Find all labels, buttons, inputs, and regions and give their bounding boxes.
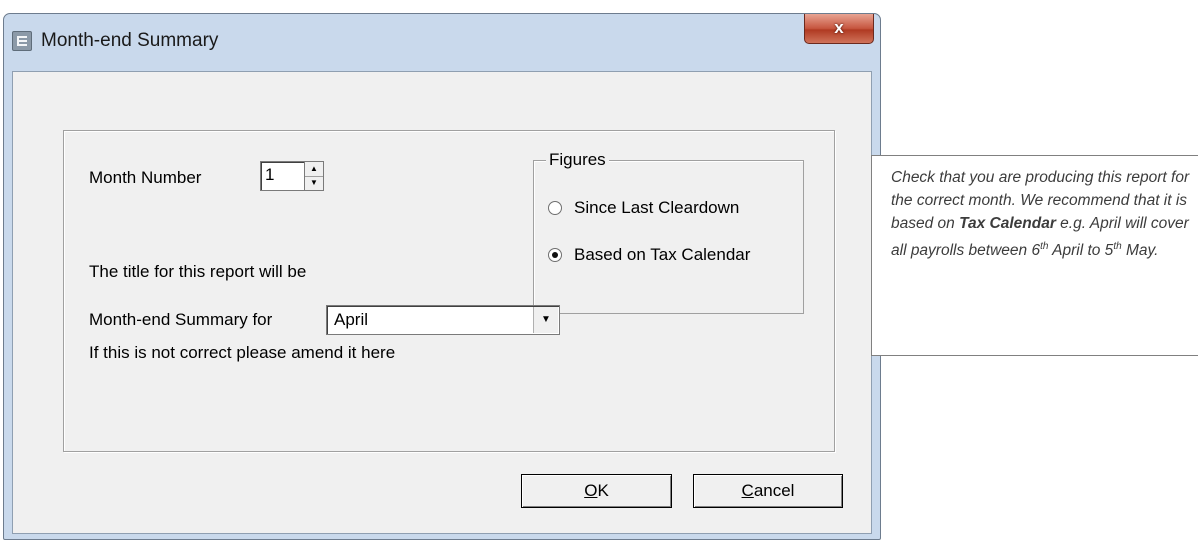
spin-down-icon[interactable]: ▼ bbox=[305, 176, 323, 190]
dialog-body: Month Number 1 ▲ ▼ Figures Since Last Cl… bbox=[12, 71, 872, 534]
radio-button-unchecked[interactable] bbox=[548, 201, 562, 215]
close-icon: x bbox=[834, 18, 844, 37]
month-number-input[interactable]: 1 bbox=[260, 161, 304, 191]
radio-label: Based on Tax Calendar bbox=[574, 245, 751, 264]
ok-label: K bbox=[597, 481, 609, 500]
window-title: Month-end Summary bbox=[41, 30, 219, 51]
month-select-value: April bbox=[334, 310, 369, 329]
ok-accelerator: O bbox=[584, 481, 598, 500]
callout-text: Check that you are producing this report… bbox=[891, 166, 1191, 262]
radio-button-checked[interactable] bbox=[548, 248, 562, 262]
radio-since-last-cleardown[interactable]: Since Last Cleardown bbox=[548, 198, 739, 218]
callout-sup: th bbox=[1113, 241, 1122, 252]
app-icon bbox=[12, 31, 32, 51]
report-title-info: The title for this report will be bbox=[89, 262, 307, 281]
summary-for-label: Month-end Summary for bbox=[89, 310, 273, 329]
month-number-spinner[interactable]: ▲ ▼ bbox=[304, 161, 324, 191]
month-end-summary-dialog: Month-end Summary x Month Number 1 ▲ ▼ F… bbox=[3, 13, 881, 540]
cancel-button[interactable]: Cancel bbox=[693, 474, 843, 508]
ok-button[interactable]: OK bbox=[521, 474, 672, 508]
month-select[interactable]: April ▼ bbox=[326, 305, 560, 335]
month-number-label: Month Number bbox=[89, 168, 202, 187]
cancel-label: ancel bbox=[753, 481, 795, 500]
amend-hint: If this is not correct please amend it h… bbox=[89, 343, 396, 362]
radio-based-on-tax-calendar[interactable]: Based on Tax Calendar bbox=[548, 245, 750, 265]
figures-legend: Figures bbox=[546, 150, 609, 170]
title-bar[interactable]: Month-end Summary x bbox=[4, 14, 880, 70]
help-callout: Check that you are producing this report… bbox=[871, 155, 1198, 356]
close-button[interactable]: x bbox=[804, 14, 874, 44]
chevron-down-icon[interactable]: ▼ bbox=[533, 307, 558, 333]
callout-text-part: May. bbox=[1121, 242, 1159, 260]
callout-bold: Tax Calendar bbox=[959, 215, 1056, 232]
figures-groupbox bbox=[533, 160, 804, 314]
radio-label: Since Last Cleardown bbox=[574, 198, 740, 217]
spin-up-icon[interactable]: ▲ bbox=[305, 162, 323, 177]
callout-text-part: April to 5 bbox=[1048, 242, 1114, 260]
cancel-accelerator: C bbox=[741, 481, 754, 500]
